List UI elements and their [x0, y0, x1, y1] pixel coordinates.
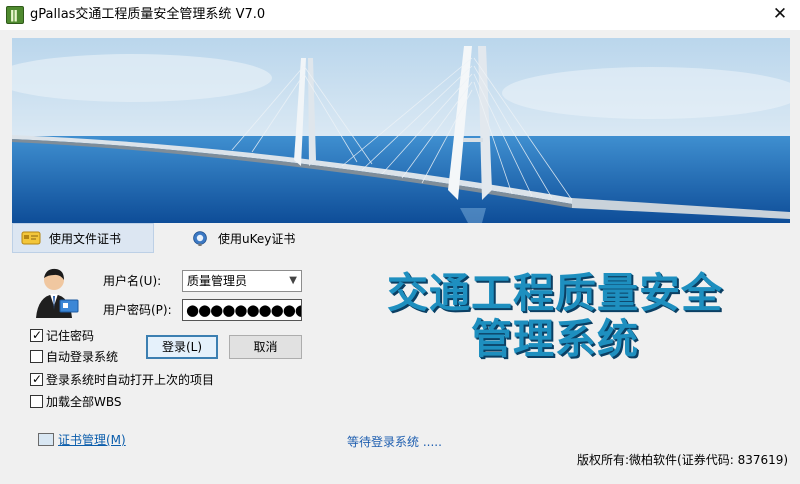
- certificate-tab-bar: 使用文件证书 使用uKey证书: [12, 223, 790, 253]
- open-last-project-checkbox[interactable]: ✓: [30, 371, 43, 386]
- certificate-card-icon: [21, 231, 41, 245]
- tab-ukey-certificate[interactable]: 使用uKey证书: [182, 223, 322, 253]
- app-logo-icon: ǁ: [6, 6, 24, 24]
- open-last-project-label: 登录系统时自动打开上次的项目: [46, 372, 215, 387]
- certificate-management-label: 证书管理(M): [58, 433, 126, 447]
- close-button[interactable]: ✕: [772, 6, 788, 23]
- certificate-management-link[interactable]: 证书管理(M): [38, 431, 126, 448]
- open-last-project-option[interactable]: ✓ 登录系统时自动打开上次的项目: [30, 371, 214, 387]
- window-title: gPallas交通工程质量安全管理系统 V7.0: [30, 7, 266, 22]
- auto-login-label: 自动登录系统: [46, 349, 119, 364]
- chevron-down-icon[interactable]: ▼: [289, 271, 297, 291]
- title-bar: ǁ gPallas交通工程质量安全管理系统 V7.0 ✕: [0, 0, 800, 30]
- remember-password-option[interactable]: ✓ 记住密码: [30, 327, 94, 343]
- system-title: 交通工程质量安全 管理系统: [312, 270, 798, 362]
- password-label: 用户密码(P):: [103, 303, 172, 317]
- ukey-icon: [193, 231, 207, 246]
- user-avatar: [36, 268, 79, 318]
- certificate-manage-icon: [38, 433, 54, 446]
- load-all-wbs-option[interactable]: 加载全部WBS: [30, 393, 122, 409]
- login-button[interactable]: 登录(L): [146, 335, 218, 359]
- load-all-wbs-label: 加载全部WBS: [46, 394, 122, 409]
- system-title-line-2: 管理系统: [471, 315, 639, 363]
- username-label: 用户名(U):: [103, 274, 162, 288]
- auto-login-option[interactable]: 自动登录系统: [30, 348, 118, 364]
- tab-file-certificate-label: 使用文件证书: [49, 231, 122, 246]
- system-title-line-1: 交通工程质量安全: [387, 269, 723, 317]
- load-all-wbs-checkbox[interactable]: [30, 394, 43, 408]
- password-field[interactable]: ●●●●●●●●●●●: [182, 299, 302, 321]
- tab-file-certificate[interactable]: 使用文件证书: [12, 223, 154, 253]
- username-select[interactable]: 质量管理员 ▼: [182, 270, 302, 292]
- username-value: 质量管理员: [187, 274, 248, 288]
- checkmark-icon: ✓: [32, 327, 43, 342]
- remember-password-label: 记住密码: [46, 328, 95, 343]
- remember-password-checkbox[interactable]: ✓: [30, 327, 43, 342]
- cancel-button[interactable]: 取消: [229, 335, 302, 359]
- banner-bridge-image: [12, 38, 790, 223]
- tab-ukey-certificate-label: 使用uKey证书: [218, 231, 296, 246]
- checkmark-icon: ✓: [32, 371, 43, 386]
- copyright-text: 版权所有:微柏软件(证券代码: 837619): [577, 453, 789, 467]
- auto-login-checkbox[interactable]: [30, 349, 43, 363]
- login-status-text: 等待登录系统 .....: [347, 435, 442, 449]
